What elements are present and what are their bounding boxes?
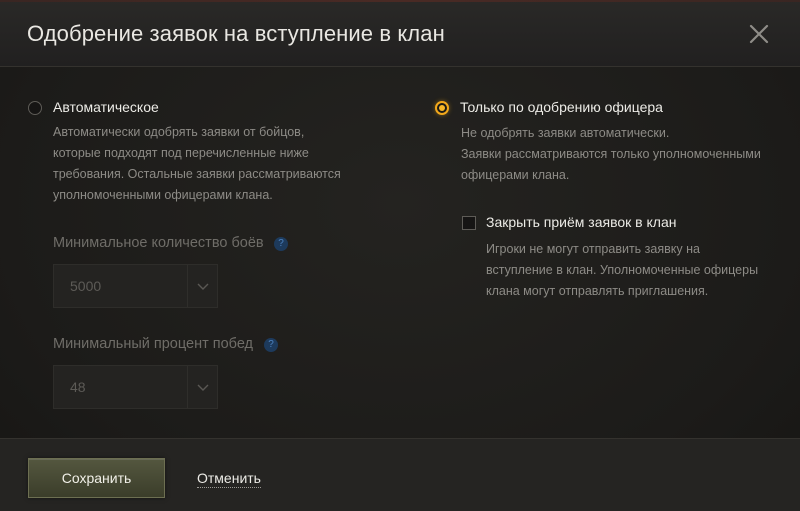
auto-radio[interactable] [28,101,42,115]
close-applications-description: Игроки не могут отправить заявку на всту… [486,239,786,302]
select-divider [187,265,188,307]
min-winrate-label: Минимальный процент побед [53,336,254,352]
min-battles-label: Минимальное количество боёв [53,235,264,251]
radio-selected-dot [439,105,445,111]
officer-desc-line: офицерами клана. [461,168,570,182]
officer-desc-line: Заявки рассматриваются только уполномоче… [461,147,761,161]
min-winrate-select[interactable]: 48 [53,365,218,409]
dialog-header: Одобрение заявок на вступление в клан [0,0,800,67]
clan-applications-dialog: Одобрение заявок на вступление в клан Ав… [0,0,800,511]
close-button[interactable] [747,22,771,46]
officer-desc-line: Не одобрять заявки автоматически. [461,126,670,140]
chevron-down-icon [197,384,209,391]
cancel-link[interactable]: Отменить [197,470,261,488]
min-winrate-value: 48 [70,379,86,395]
min-battles-value: 5000 [70,278,102,294]
close-applications-label[interactable]: Закрыть приём заявок в клан [486,214,676,230]
chevron-down-icon [197,283,209,290]
officer-radio[interactable] [435,101,449,115]
close-desc-line: вступление в клан. Уполномоченные офицер… [486,263,759,277]
close-icon [749,24,769,44]
close-desc-line: Игроки не могут отправить заявку на [486,242,700,256]
header-accent-line [0,0,800,2]
save-button[interactable]: Сохранить [28,458,165,498]
question-icon[interactable]: ? [264,338,278,352]
auto-desc-line: требования. Остальные заявки рассматрива… [53,167,341,181]
officer-option-label[interactable]: Только по одобрению офицера [460,99,663,115]
auto-option-label[interactable]: Автоматическое [53,99,159,115]
officer-option-description: Не одобрять заявки автоматически. Заявки… [461,123,791,186]
auto-desc-line: которые подходят под перечисленные ниже [53,146,309,160]
close-applications-checkbox[interactable] [462,216,476,230]
close-desc-line: клана могут отправлять приглашения. [486,284,709,298]
dialog-title: Одобрение заявок на вступление в клан [27,21,445,46]
min-battles-select[interactable]: 5000 [53,264,218,308]
dialog-footer: Сохранить Отменить [0,438,800,511]
auto-desc-line: Автоматически одобрять заявки от бойцов, [53,125,305,139]
question-icon[interactable]: ? [274,237,288,251]
auto-option-description: Автоматически одобрять заявки от бойцов,… [53,122,373,206]
select-divider [187,366,188,408]
auto-desc-line: уполномоченными офицерами клана. [53,188,273,202]
